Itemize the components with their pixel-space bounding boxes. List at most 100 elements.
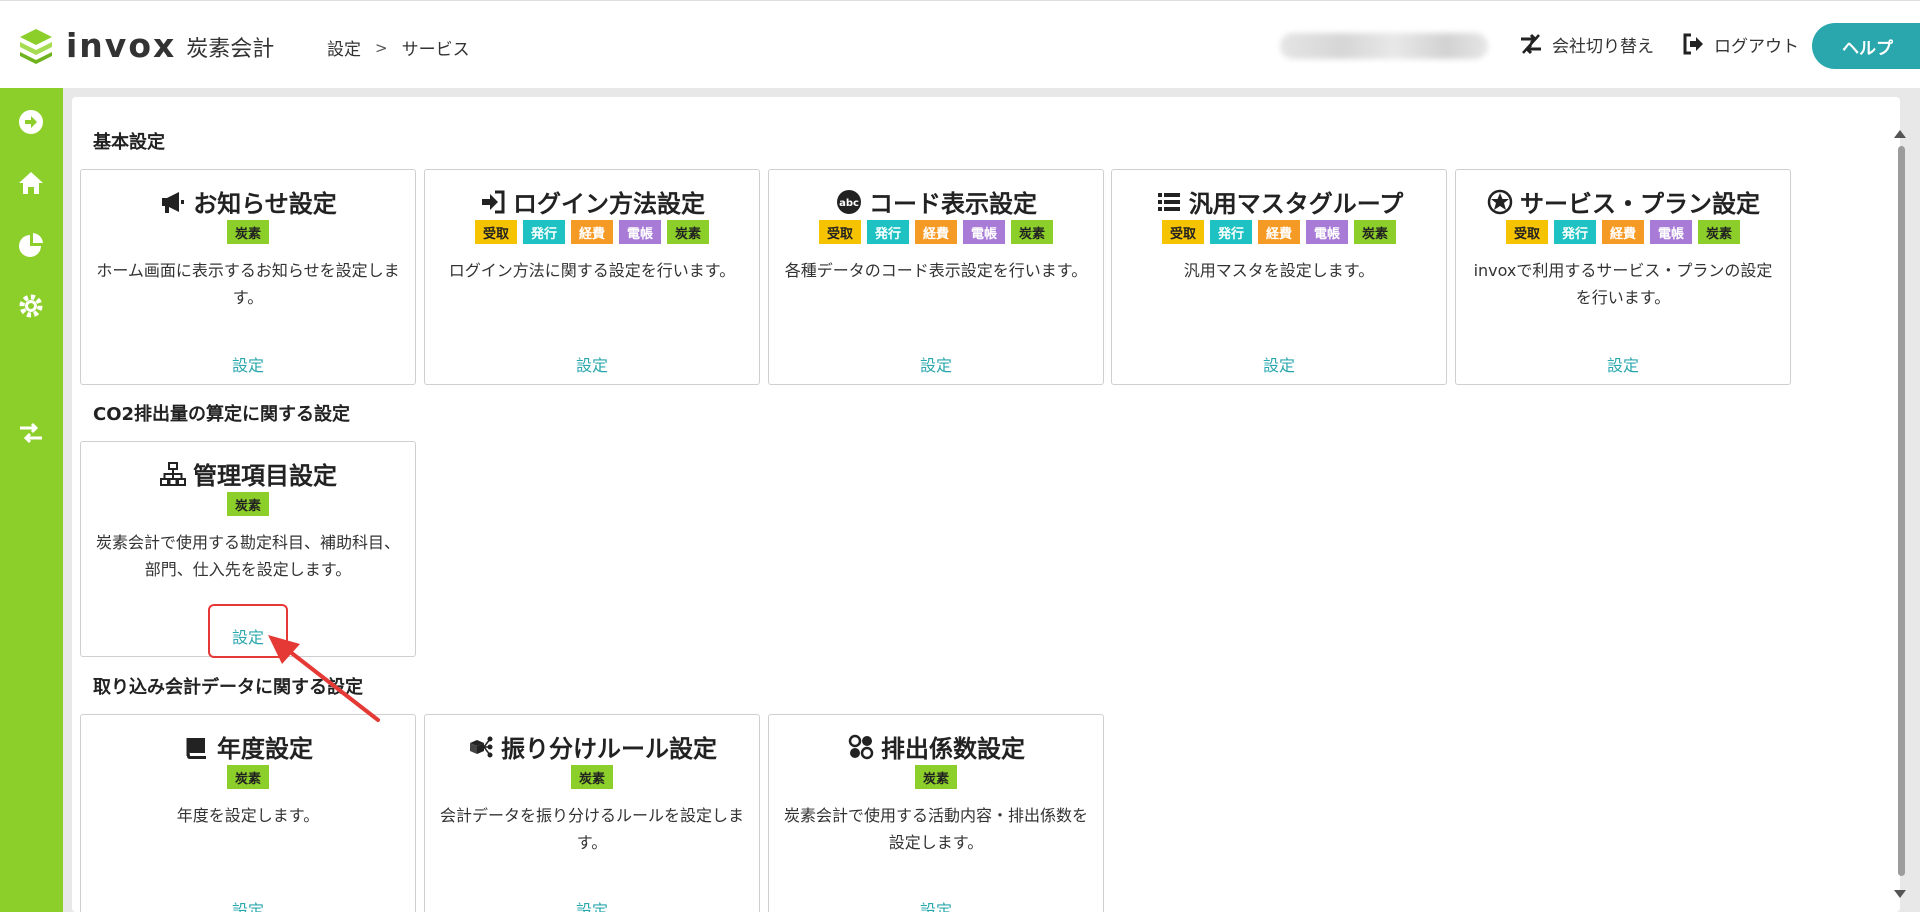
breadcrumb-service: サービス: [401, 40, 470, 60]
tag-tanso: 炭素: [1698, 220, 1741, 244]
card-description: 各種データのコード表示設定を行います。: [784, 261, 1088, 280]
switch-company-button[interactable]: 会社切り替え: [1518, 31, 1654, 57]
tag-hakko: 発行: [522, 220, 565, 244]
settings-link[interactable]: 設定: [425, 897, 759, 912]
logout-icon: [1683, 33, 1703, 55]
card-title: 汎用マスタグループ: [1188, 190, 1404, 218]
tag-list: 受取 発行 経費 電帳 炭素: [1456, 220, 1790, 244]
svg-text:abc: abc: [839, 198, 859, 209]
header: invox 炭素会計 設定 > サービス 会社切り替え ログアウト ヘルプ: [0, 0, 1920, 88]
megaphone-icon: [162, 191, 185, 213]
abc-icon: abc: [837, 189, 861, 214]
tag-list: 炭素: [81, 220, 415, 244]
sign-in-icon: [482, 190, 505, 213]
tag-denchou: 電帳: [619, 220, 662, 244]
card-title: ログイン方法設定: [513, 190, 705, 218]
card-title: 年度設定: [217, 735, 313, 763]
card-title: 振り分けルール設定: [501, 735, 717, 763]
tag-tanso: 炭素: [914, 765, 957, 789]
card-description: ログイン方法に関する設定を行います。: [448, 261, 736, 280]
tag-list: 受取 発行 経費 電帳 炭素: [769, 220, 1103, 244]
settings-link[interactable]: 設定: [81, 352, 415, 376]
scrollbar-thumb[interactable]: [1898, 146, 1905, 876]
card-title: お知らせ設定: [193, 190, 337, 218]
card-general-master-group: 汎用マスタグループ 受取 発行 経費 電帳 炭素 汎用マスタを設定します。 設定: [1111, 169, 1447, 385]
card-emission-factor-settings: 排出係数設定 炭素 炭素会計で使用する活動内容・排出係数を設定します。 設定: [768, 714, 1104, 912]
settings-link[interactable]: 設定: [1456, 352, 1790, 376]
logout-button[interactable]: ログアウト: [1680, 31, 1799, 57]
breadcrumb: 設定 > サービス: [327, 35, 470, 61]
tag-list: 受取 発行 経費 電帳 炭素: [1112, 220, 1446, 244]
invox-logo-icon: [20, 29, 52, 64]
home-icon[interactable]: [16, 168, 46, 198]
tag-keihi: 経費: [914, 220, 957, 244]
tag-juryo: 受取: [474, 220, 517, 244]
card-description: 会計データを振り分けるルールを設定します。: [439, 806, 744, 852]
settings-link[interactable]: 設定: [425, 352, 759, 376]
star-badge-icon: [1487, 189, 1513, 214]
user-name-blurred: [1280, 33, 1488, 59]
tag-denchou: 電帳: [963, 220, 1006, 244]
tag-list: 受取 発行 経費 電帳 炭素: [425, 220, 759, 244]
card-distribution-rule-settings: 振り分けルール設定 炭素 会計データを振り分けるルールを設定します。 設定: [424, 714, 760, 912]
tag-hakko: 発行: [866, 220, 909, 244]
tag-list: 炭素: [425, 765, 759, 789]
tag-denchou: 電帳: [1306, 220, 1349, 244]
card-title: サービス・プラン設定: [1520, 190, 1760, 218]
section-title-co2: CO2排出量の算定に関する設定: [93, 404, 351, 425]
org-chart-icon: [160, 461, 186, 486]
card-title: 管理項目設定: [193, 462, 337, 490]
card-description: ホーム画面に表示するお知らせを設定します。: [96, 261, 400, 307]
logo-subtitle: 炭素会計: [186, 37, 275, 62]
tag-tanso: 炭素: [667, 220, 710, 244]
tag-juryo: 受取: [818, 220, 861, 244]
settings-link[interactable]: 設定: [769, 897, 1103, 912]
tag-denchou: 電帳: [1650, 220, 1693, 244]
tag-juryo: 受取: [1161, 220, 1204, 244]
tag-tanso: 炭素: [226, 492, 269, 516]
tag-list: 炭素: [81, 492, 415, 516]
tag-keihi: 経費: [1257, 220, 1300, 244]
card-login-settings: ログイン方法設定 受取 発行 経費 電帳 炭素 ログイン方法に関する設定を行いま…: [424, 169, 760, 385]
tag-juryo: 受取: [1505, 220, 1548, 244]
book-icon: [186, 737, 206, 759]
logo-word: invox: [66, 25, 177, 65]
section-title-basic: 基本設定: [93, 132, 165, 153]
breadcrumb-settings[interactable]: 設定: [327, 35, 361, 60]
card-title: コード表示設定: [869, 190, 1037, 218]
card-code-display-settings: abc コード表示設定 受取 発行 経費 電帳 炭素 各種データのコード表示設定…: [768, 169, 1104, 385]
switch-company-label: 会社切り替え: [1552, 36, 1654, 57]
tag-hakko: 発行: [1553, 220, 1596, 244]
logo[interactable]: invox 炭素会計: [16, 25, 274, 65]
tag-tanso: 炭素: [570, 765, 613, 789]
tag-keihi: 経費: [1601, 220, 1644, 244]
tag-hakko: 発行: [1209, 220, 1252, 244]
logout-label: ログアウト: [1714, 36, 1799, 57]
tag-tanso: 炭素: [1011, 220, 1054, 244]
help-button[interactable]: ヘルプ: [1812, 23, 1920, 69]
card-description: 年度を設定します。: [176, 806, 320, 825]
gear-icon[interactable]: [16, 291, 46, 321]
card-description: 炭素会計で使用する勘定科目、補助科目、部門、仕入先を設定します。: [95, 533, 400, 579]
pointer-arrow-icon: [268, 635, 380, 722]
card-notice-settings: お知らせ設定 炭素 ホーム画面に表示するお知らせを設定します。 設定: [80, 169, 416, 385]
sidebar: [0, 88, 63, 912]
switch-arrows-icon: [1521, 33, 1541, 55]
settings-link[interactable]: 設定: [769, 352, 1103, 376]
scroll-down-icon[interactable]: [1894, 890, 1906, 898]
chevron-right-icon: >: [375, 38, 388, 57]
card-title: 排出係数設定: [881, 735, 1025, 763]
card-description: 炭素会計で使用する活動内容・排出係数を設定します。: [783, 806, 1088, 852]
tag-list: 炭素: [769, 765, 1103, 789]
grid-circles-icon: [848, 734, 874, 759]
settings-link[interactable]: 設定: [81, 897, 415, 912]
branch-icon: [470, 736, 493, 757]
switch-arrows-icon[interactable]: [16, 418, 46, 448]
arrow-circle-right-icon[interactable]: [16, 107, 46, 137]
card-fiscal-year-settings: 年度設定 炭素 年度を設定します。 設定: [80, 714, 416, 912]
pie-chart-icon[interactable]: [16, 230, 46, 260]
card-description: 汎用マスタを設定します。: [1183, 261, 1375, 280]
settings-link[interactable]: 設定: [1112, 352, 1446, 376]
scroll-up-icon[interactable]: [1894, 130, 1906, 138]
tag-tanso: 炭素: [1354, 220, 1397, 244]
